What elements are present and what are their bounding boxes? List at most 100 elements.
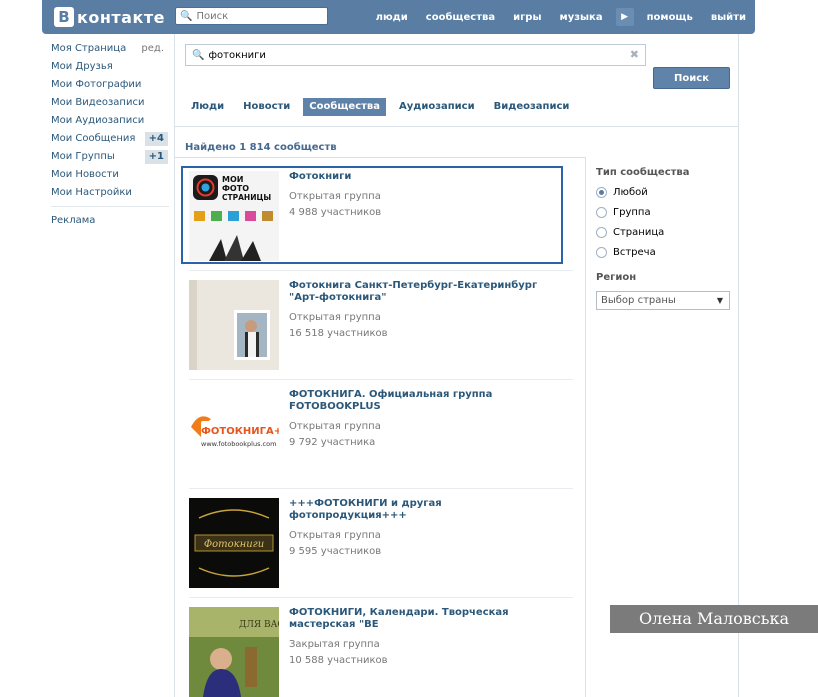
group-avatar[interactable]: ДЛЯ ВАС [189, 607, 279, 697]
group-type: Открытая группа [289, 530, 381, 541]
sidebar-item-photos[interactable]: Мои Фотографии [42, 76, 172, 94]
tab-video[interactable]: Видеозаписи [488, 98, 576, 116]
group-avatar[interactable] [189, 280, 279, 370]
nav-games[interactable]: игры [504, 12, 550, 23]
selection-highlight [181, 166, 563, 264]
svg-text:Фотокниги: Фотокниги [204, 539, 264, 550]
main-content: 🔍 ✖ Поиск Люди Новости Сообщества Аудиоз… [174, 34, 739, 697]
search-input[interactable] [208, 49, 609, 61]
member-count: 9 595 участников [289, 546, 382, 557]
play-icon[interactable]: ▶ [615, 8, 634, 26]
sidebar-item-news[interactable]: Мои Новости [42, 166, 172, 184]
edit-link[interactable]: ред. [141, 40, 164, 58]
group-name[interactable]: ФОТОКНИГА. Официальная группа FOTOBOOKPL… [289, 389, 559, 413]
radio-label: Страница [613, 226, 665, 238]
country-select[interactable]: Выбор страны ▼ [596, 291, 730, 310]
group-avatar[interactable]: ФОТОКНИГА+ www.fotobookplus.com [189, 389, 279, 479]
top-nav: люди сообщества игры музыка ▶ помощь вый… [367, 0, 755, 34]
top-search-input[interactable] [196, 10, 317, 22]
nav-music[interactable]: музыка [551, 12, 612, 23]
tab-communities[interactable]: Сообщества [303, 98, 386, 116]
radio-page[interactable]: Страница [596, 226, 738, 238]
group-avatar[interactable]: Фотокниги [189, 498, 279, 588]
nav-communities[interactable]: сообщества [417, 12, 504, 23]
radio-any[interactable]: Любой [596, 186, 738, 198]
result-info: +++ФОТОКНИГИ и другая фотопродукция+++ О… [289, 498, 559, 558]
ornament-banner-image: Фотокниги [189, 498, 279, 588]
tab-news[interactable]: Новости [237, 98, 296, 116]
search-icon: 🔍 [192, 49, 205, 61]
sidebar-item-label: Мои Сообщения [51, 133, 136, 144]
divider [189, 488, 573, 489]
group-type: Закрытая группа [289, 639, 380, 650]
svg-text:ФОТОКНИГА+: ФОТОКНИГА+ [201, 426, 279, 437]
result-info: ФОТОКНИГА. Официальная группа FOTOBOOKPL… [289, 389, 559, 449]
fotobookplus-logo-icon: ФОТОКНИГА+ www.fotobookplus.com [189, 389, 279, 479]
sidebar-item-label: Мои Друзья [51, 61, 113, 72]
divider [189, 597, 573, 598]
svg-text:www.fotobookplus.com: www.fotobookplus.com [201, 440, 276, 448]
nav-people[interactable]: люди [367, 12, 417, 23]
divider [175, 126, 738, 127]
top-search-box[interactable]: 🔍 [175, 7, 328, 25]
sidebar-item-label: Моя Страница [51, 43, 127, 54]
result-info: ФОТОКНИГИ, Календари. Творческая мастерс… [289, 607, 559, 667]
messages-badge: +4 [144, 132, 168, 146]
sidebar-item-label: Мои Настройки [51, 187, 132, 198]
groups-badge: +1 [144, 150, 168, 164]
radio-icon [596, 226, 607, 238]
chevron-down-icon: ▼ [716, 296, 723, 305]
radio-icon [596, 246, 607, 258]
group-type: Открытая группа [289, 312, 381, 323]
sidebar-item-label: Мои Новости [51, 169, 119, 180]
group-name[interactable]: +++ФОТОКНИГИ и другая фотопродукция+++ [289, 498, 559, 522]
sidebar-item-my-page[interactable]: Моя Страница ред. [42, 40, 172, 58]
divider [189, 270, 573, 271]
member-count: 10 588 участников [289, 655, 388, 666]
radio-group[interactable]: Группа [596, 206, 738, 218]
vk-logo[interactable]: В контакте [54, 6, 165, 28]
sidebar-item-messages[interactable]: Мои Сообщения +4 [42, 130, 172, 148]
sidebar-item-videos[interactable]: Мои Видеозаписи [42, 94, 172, 112]
divider [189, 379, 573, 380]
watermark: Олена Маловська [610, 605, 818, 633]
search-tabs: Люди Новости Сообщества Аудиозаписи Виде… [185, 98, 582, 116]
radio-selected-icon [596, 186, 607, 198]
menu-divider [51, 206, 169, 207]
search-button[interactable]: Поиск [653, 67, 730, 89]
sidebar-item-audio[interactable]: Мои Аудиозаписи [42, 112, 172, 130]
radio-event[interactable]: Встреча [596, 246, 738, 258]
tab-people[interactable]: Люди [185, 98, 230, 116]
radio-label: Группа [613, 206, 651, 218]
tab-audio[interactable]: Аудиозаписи [393, 98, 481, 116]
nav-logout[interactable]: выйти [702, 12, 755, 23]
sidebar-item-groups[interactable]: Мои Группы +1 [42, 148, 172, 166]
results-count: Найдено 1 814 сообществ [185, 142, 337, 153]
select-value: Выбор страны [601, 295, 676, 306]
result-info: Фотокнига Санкт-Петербург-Екатеринбург "… [289, 280, 559, 340]
left-menu: Моя Страница ред. Мои Друзья Мои Фотогра… [42, 40, 172, 230]
member-count: 16 518 участников [289, 328, 388, 339]
group-type: Открытая группа [289, 421, 381, 432]
svg-text:ДЛЯ ВАС: ДЛЯ ВАС [239, 620, 279, 630]
sidebar-item-settings[interactable]: Мои Настройки [42, 184, 172, 202]
group-name[interactable]: ФОТОКНИГИ, Календари. Творческая мастерс… [289, 607, 559, 631]
sidebar-item-label: Реклама [51, 215, 96, 226]
member-count: 9 792 участника [289, 437, 376, 448]
search-box[interactable]: 🔍 ✖ [185, 44, 646, 66]
sidebar-item-label: Мои Фотографии [51, 79, 142, 90]
vk-logo-text: контакте [77, 7, 165, 27]
sidebar-item-ads[interactable]: Реклама [42, 212, 172, 230]
group-name[interactable]: Фотокнига Санкт-Петербург-Екатеринбург "… [289, 280, 559, 304]
radio-label: Любой [613, 186, 648, 198]
clear-icon[interactable]: ✖ [630, 48, 639, 61]
region-title: Регион [596, 272, 637, 283]
sidebar-item-label: Мои Видеозаписи [51, 97, 145, 108]
sidebar-item-friends[interactable]: Мои Друзья [42, 58, 172, 76]
sidebar-item-label: Мои Группы [51, 151, 115, 162]
sidebar-item-label: Мои Аудиозаписи [51, 115, 145, 126]
search-icon: 🔍 [180, 10, 193, 22]
radio-icon [596, 206, 607, 218]
radio-label: Встреча [613, 246, 656, 258]
nav-help[interactable]: помощь [638, 12, 702, 23]
